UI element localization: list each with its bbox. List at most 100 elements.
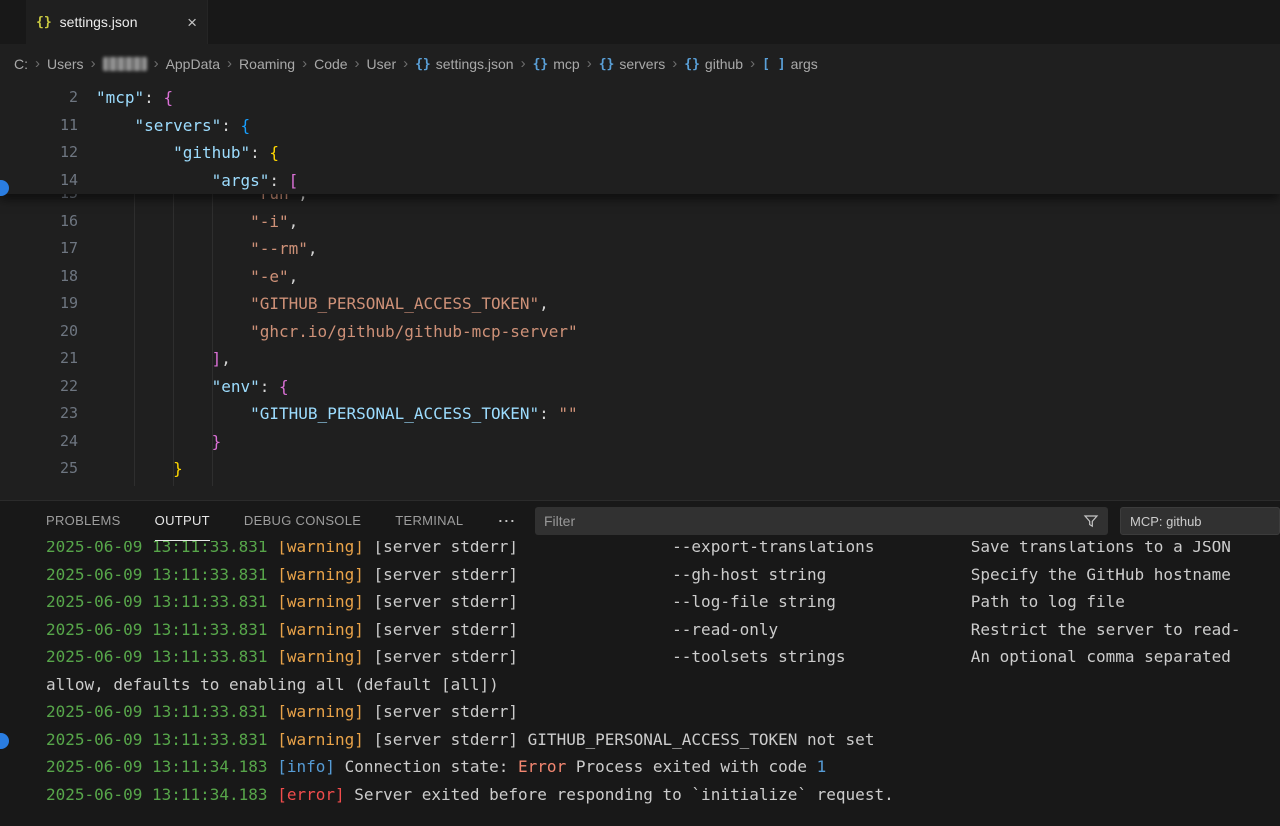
breadcrumb-label: Roaming [239,56,295,72]
token: [warning] [277,647,364,666]
panel-tab-terminal[interactable]: TERMINAL [395,501,463,541]
token: [warning] [277,730,364,749]
code-text: "GITHUB_PERSONAL_ACCESS_TOKEN": "" [96,400,578,428]
token: [server stderr] [364,592,518,611]
token [96,432,212,451]
token: "github" [173,143,250,162]
token: } [173,459,183,478]
line-number: 24 [0,428,78,456]
breadcrumb-separator: › [672,55,677,72]
panel-tab-output[interactable]: OUTPUT [155,501,210,541]
editor-lines: 15 "run",16 "-i",17 "--rm",18 "-e",19 "G… [0,180,1280,483]
output-channel-select[interactable]: MCP: github [1120,507,1280,535]
editor-line: 18 "-e", [0,263,1280,291]
token: "-i" [250,212,289,231]
tab-label: settings.json [60,14,138,30]
breadcrumb-separator: › [227,55,232,72]
token: "args" [212,171,270,190]
token: [server stderr] [364,620,518,639]
token: 2025-06-09 13:11:33.831 [46,647,268,666]
token [268,620,278,639]
token: --export-translations Save translations … [518,541,1231,556]
token: { [163,88,173,107]
breadcrumb-item[interactable]: Roaming [239,56,295,72]
sticky-line: 11 "servers": { [0,112,1280,140]
sticky-line: 14 "args": [ [0,167,1280,195]
breadcrumb-item[interactable]: Users [47,56,84,72]
breadcrumb-item[interactable]: [ ]args [762,56,818,72]
code-text: "args": [ [96,167,298,195]
token: --log-file string Path to log file [518,592,1125,611]
braces-icon: {} [599,57,615,72]
token: "ghcr.io/github/github-mcp-server" [250,322,578,341]
indent-guide [173,194,174,486]
editor-line: 20 "ghcr.io/github/github-mcp-server" [0,318,1280,346]
token: : [250,143,269,162]
output-line: 2025-06-09 13:11:33.831 [warning] [serve… [46,643,1280,671]
output-filter [535,507,1108,535]
output-line: allow, defaults to enabling all (default… [46,671,1280,699]
breadcrumb-separator: › [355,55,360,72]
output-line: 2025-06-09 13:11:34.183 [info] Connectio… [46,753,1280,781]
breadcrumb-item[interactable]: {}mcp [533,56,580,72]
token [268,592,278,611]
filter-funnel-icon[interactable] [1083,513,1099,529]
filter-input[interactable] [544,513,1075,529]
more-actions-icon[interactable]: ⋯ [497,511,515,532]
sticky-line: 12 "github": { [0,139,1280,167]
line-number: 12 [0,139,78,167]
line-number: 2 [0,84,78,112]
tab-settings-json[interactable]: {} settings.json × [26,0,208,44]
line-number: 20 [0,318,78,346]
panel-tab-problems[interactable]: PROBLEMS [46,501,121,541]
editor-line: 19 "GITHUB_PERSONAL_ACCESS_TOKEN", [0,290,1280,318]
token: [warning] [277,541,364,556]
output-line: 2025-06-09 13:11:33.831 [warning] [serve… [46,541,1280,561]
output-panel-body[interactable]: 2025-06-09 13:11:33.831 [warning] [serve… [0,541,1280,826]
line-number: 19 [0,290,78,318]
close-tab-icon[interactable]: × [187,14,197,31]
token: Error [518,757,566,776]
code-text: "env": { [96,373,289,401]
breadcrumb-item[interactable] [103,57,147,71]
line-number: 17 [0,235,78,263]
editor-line: 22 "env": { [0,373,1280,401]
token: , [308,239,318,258]
token: 1 [817,757,827,776]
token: Process exited with code [566,757,816,776]
breadcrumb-item[interactable]: {}github [684,56,743,72]
token: , [221,349,231,368]
indent-guide [134,194,135,486]
braces-icon: {} [684,57,700,72]
editor-line: 16 "-i", [0,208,1280,236]
token: 2025-06-09 13:11:33.831 [46,730,268,749]
token: { [241,116,251,135]
token: 2025-06-09 13:11:33.831 [46,620,268,639]
breadcrumb-item[interactable]: AppData [166,56,220,72]
vscode-window: {} settings.json × C:›Users››AppData›Roa… [0,0,1280,826]
breadcrumb-item[interactable]: User [367,56,397,72]
token: [error] [277,785,344,804]
breadcrumb-item[interactable]: C: [14,56,28,72]
sticky-line: 2"mcp": { [0,84,1280,112]
output-line: 2025-06-09 13:11:33.831 [warning] [serve… [46,616,1280,644]
token: : [260,377,279,396]
token: : [269,171,288,190]
breadcrumb-item[interactable]: Code [314,56,347,72]
breadcrumb-label: settings.json [436,56,514,72]
token [96,377,212,396]
breadcrumb-item[interactable]: {}settings.json [415,56,513,72]
editor-line: 25 } [0,455,1280,483]
panel-tab-debug-console[interactable]: DEBUG CONSOLE [244,501,361,541]
braces-icon: {} [533,57,549,72]
breadcrumb-item[interactable]: {}servers [599,56,666,72]
line-number: 25 [0,455,78,483]
token: "GITHUB_PERSONAL_ACCESS_TOKEN" [250,294,539,313]
token: 2025-06-09 13:11:33.831 [46,702,268,721]
code-text: "-i", [96,208,298,236]
editor-area[interactable]: 15 "run",16 "-i",17 "--rm",18 "-e",19 "G… [0,84,1280,500]
line-number: 14 [0,167,78,195]
token [268,541,278,556]
token: [server stderr] [364,565,518,584]
token: [server stderr] [364,541,518,556]
